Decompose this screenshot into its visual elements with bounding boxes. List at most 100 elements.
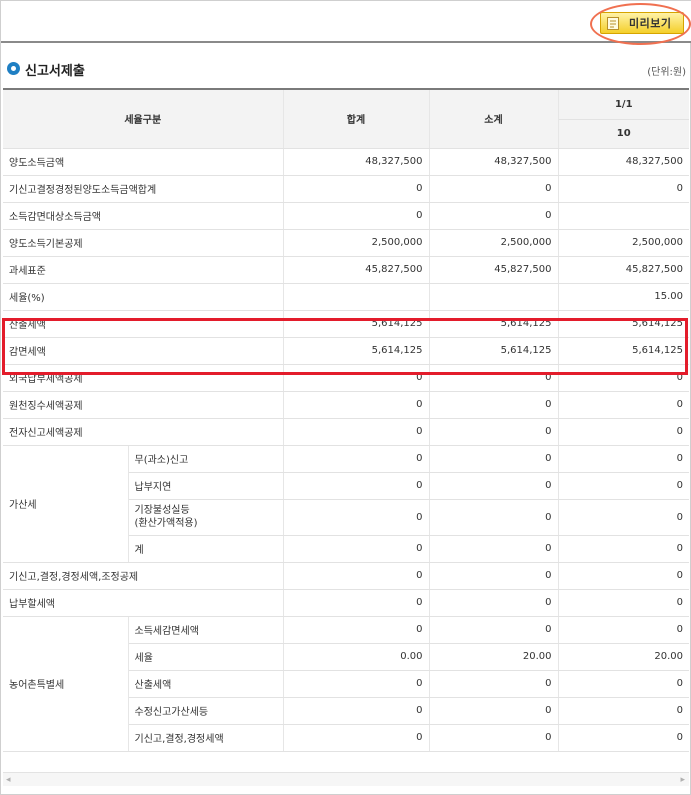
cell-rate10: 0 [558, 445, 689, 473]
row-sublabel-line1: 기장불성실등 [134, 505, 190, 516]
cell-rate10: 0 [558, 697, 689, 725]
row-label: 감면세액 [3, 337, 284, 365]
cell-total: 0 [283, 445, 430, 473]
cell-subtotal: 0 [429, 445, 559, 473]
cell-rate10: 5,614,125 [558, 337, 689, 365]
cell-rate10: 15.00 [558, 283, 689, 311]
header-rate: 10 [558, 118, 689, 149]
row-sublabel-line2: (환산가액적용) [134, 518, 198, 529]
toolbar: 미리보기 [1, 1, 691, 45]
table-row: 가산세 무(과소)신고 0 0 0 [3, 445, 689, 563]
cell-subtotal: 0 [429, 391, 559, 419]
cell-subtotal: 0 [429, 472, 559, 500]
cell-total: 2,500,000 [283, 229, 430, 257]
header-total: 합계 [283, 90, 430, 149]
cell-rate10: 0 [558, 472, 689, 500]
cell-rate10: 45,827,500 [558, 256, 689, 284]
table-row: 세율(%) 15.00 [3, 283, 689, 311]
cell-total: 0 [283, 562, 430, 590]
cell-subtotal: 2,500,000 [429, 229, 559, 257]
group-label-special-tax: 농어촌특별세 [3, 616, 129, 752]
cell-subtotal: 45,827,500 [429, 256, 559, 284]
row-label: 외국납부세액공제 [3, 364, 284, 392]
row-label: 양도소득금액 [3, 148, 284, 176]
cell-total [283, 283, 430, 311]
row-sublabel: 기장불성실등 (환산가액적용) [128, 499, 284, 536]
cell-total: 0 [283, 616, 430, 644]
cell-rate10 [558, 202, 689, 230]
cell-rate10: 0 [558, 499, 689, 536]
cell-subtotal: 0 [429, 589, 559, 617]
scroll-left-icon[interactable]: ◂ [6, 775, 11, 785]
cell-subtotal: 0 [429, 670, 559, 698]
cell-rate10: 0 [558, 724, 689, 752]
scroll-right-icon[interactable]: ▸ [680, 775, 685, 785]
table-row: 기신고,결정,경정세액,조정공제 0 0 0 [3, 562, 689, 590]
document-icon [603, 13, 623, 33]
row-label: 과세표준 [3, 256, 284, 284]
table-row: 전자신고세액공제 0 0 0 [3, 418, 689, 446]
cell-rate10: 0 [558, 589, 689, 617]
preview-button-label: 미리보기 [629, 17, 672, 30]
section-header: 신고서제출 (단위:원) [1, 58, 691, 80]
cell-total: 0 [283, 472, 430, 500]
cell-subtotal: 20.00 [429, 643, 559, 671]
row-sublabel: 무(과소)신고 [128, 445, 284, 473]
cell-rate10: 0 [558, 562, 689, 590]
table-row: 감면세액 5,614,125 5,614,125 5,614,125 [3, 337, 689, 365]
cell-rate10: 0 [558, 616, 689, 644]
table-row: 소득감면대상소득금액 0 0 [3, 202, 689, 230]
cell-rate10: 20.00 [558, 643, 689, 671]
table-row: 농어촌특별세 소득세감면세액 0 0 0 [3, 616, 689, 752]
cell-subtotal: 0 [429, 364, 559, 392]
cell-total: 5,614,125 [283, 310, 430, 338]
cell-rate10: 0 [558, 418, 689, 446]
table-row: 납부할세액 0 0 0 [3, 589, 689, 617]
row-sublabel: 산출세액 [128, 670, 284, 698]
cell-rate10: 0 [558, 670, 689, 698]
cell-total: 0 [283, 202, 430, 230]
row-sublabel: 기신고,결정,경정세액 [128, 724, 284, 752]
cell-rate10: 0 [558, 391, 689, 419]
cell-rate10: 0 [558, 364, 689, 392]
table-row: 산출세액 5,614,125 5,614,125 5,614,125 [3, 310, 689, 338]
cell-rate10: 0 [558, 535, 689, 563]
row-label: 원천징수세액공제 [3, 391, 284, 419]
header-item: 세율구분 [3, 90, 284, 149]
cell-rate10: 48,327,500 [558, 148, 689, 176]
header-subtotal: 소계 [429, 90, 559, 149]
horizontal-scrollbar[interactable]: ◂ ▸ [3, 772, 689, 786]
row-label: 기신고,결정,경정세액,조정공제 [3, 562, 284, 590]
row-label: 납부할세액 [3, 589, 284, 617]
cell-total: 45,827,500 [283, 256, 430, 284]
cell-subtotal: 0 [429, 562, 559, 590]
cell-total: 0 [283, 589, 430, 617]
row-label: 전자신고세액공제 [3, 418, 284, 446]
table-row: 과세표준 45,827,500 45,827,500 45,827,500 [3, 256, 689, 284]
cell-subtotal: 0 [429, 535, 559, 563]
cell-total: 0 [283, 418, 430, 446]
cell-rate10: 2,500,000 [558, 229, 689, 257]
cell-rate10: 5,614,125 [558, 310, 689, 338]
cell-total: 0 [283, 697, 430, 725]
cell-total: 48,327,500 [283, 148, 430, 176]
cell-subtotal: 0 [429, 202, 559, 230]
row-sublabel: 수정신고가산세등 [128, 697, 284, 725]
window-frame: 미리보기 신고서제출 (단위:원) 세율구분 합계 소계 1/1 10 양도소득… [0, 0, 691, 795]
section-title: 신고서제출 [25, 64, 85, 79]
cell-total: 0 [283, 535, 430, 563]
row-sublabel: 세율 [128, 643, 284, 671]
cell-subtotal: 48,327,500 [429, 148, 559, 176]
cell-total: 0 [283, 175, 430, 203]
row-sublabel: 납부지연 [128, 472, 284, 500]
row-label: 세율(%) [3, 283, 284, 311]
cell-subtotal: 0 [429, 175, 559, 203]
cell-total: 0 [283, 670, 430, 698]
cell-total: 0 [283, 499, 430, 536]
row-label: 소득감면대상소득금액 [3, 202, 284, 230]
cell-total: 0.00 [283, 643, 430, 671]
row-label: 양도소득기본공제 [3, 229, 284, 257]
cell-subtotal: 5,614,125 [429, 337, 559, 365]
preview-button[interactable]: 미리보기 [600, 12, 684, 34]
header-group: 1/1 [558, 90, 689, 120]
